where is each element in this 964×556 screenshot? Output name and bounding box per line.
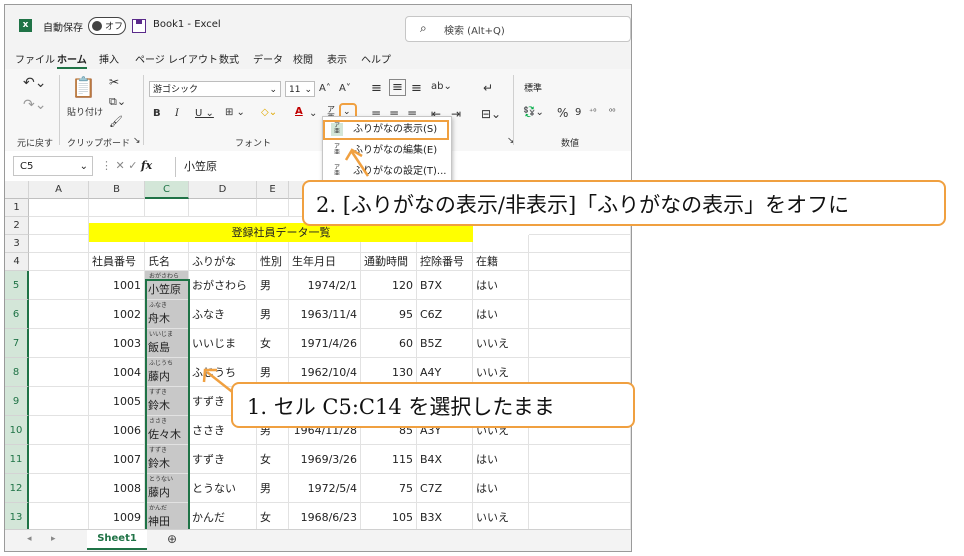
callout-step1: 1. セル C5:C14 を選択したまま — [231, 382, 635, 428]
callout-step2: 2. [ふりがなの表示/非表示]「ふりがなの表示」をオフに — [302, 180, 946, 226]
annotation-arrows — [202, 148, 370, 399]
